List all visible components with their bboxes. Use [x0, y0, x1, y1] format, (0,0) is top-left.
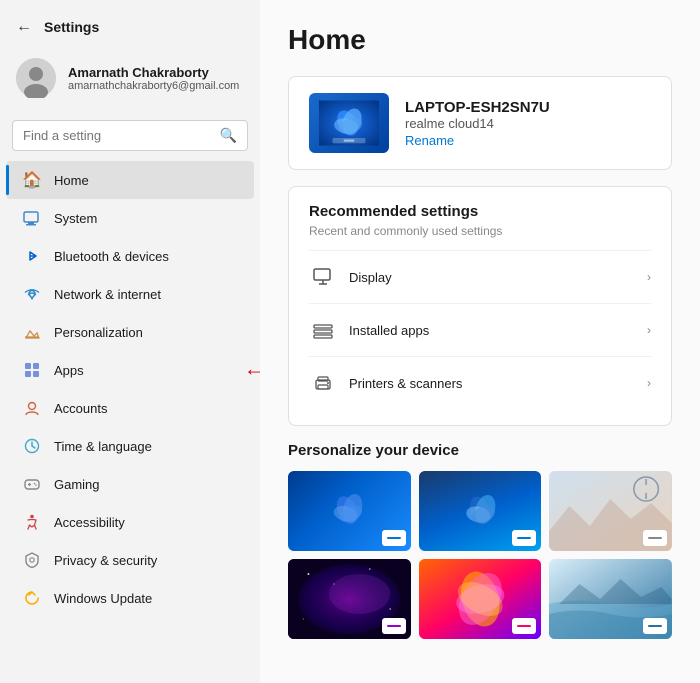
sidebar-item-label: Gaming — [54, 477, 100, 492]
sidebar-nav: 🏠 Home System Bluetooth & devices — [0, 161, 260, 617]
device-type: realme cloud14 — [405, 116, 550, 131]
update-icon — [22, 588, 42, 608]
recommended-subtitle: Recent and commonly used settings — [309, 224, 651, 238]
sidebar: ← Settings Amarnath Chakraborty amarnath… — [0, 0, 260, 683]
printers-icon — [309, 369, 337, 397]
apps-icon — [22, 360, 42, 380]
sidebar-item-label: Apps — [54, 363, 84, 378]
user-info: Amarnath Chakraborty amarnathchakraborty… — [68, 65, 239, 92]
device-card: LAPTOP-ESH2SN7U realme cloud14 Rename — [288, 76, 672, 170]
arrow-annotation: ← — [244, 359, 260, 382]
sidebar-item-update[interactable]: Windows Update — [6, 579, 254, 617]
accessibility-icon — [22, 512, 42, 532]
wallpaper-grid — [288, 471, 672, 639]
wallpaper-item-1[interactable] — [288, 471, 411, 551]
sidebar-item-label: System — [54, 211, 97, 226]
gaming-icon — [22, 474, 42, 494]
personalize-section: Personalize your device — [288, 442, 672, 639]
sidebar-item-label: Bluetooth & devices — [54, 249, 169, 264]
back-button[interactable]: ← — [16, 18, 32, 36]
setting-row-display[interactable]: Display › — [309, 250, 651, 303]
user-name: Amarnath Chakraborty — [68, 65, 239, 80]
sidebar-item-privacy[interactable]: Privacy & security — [6, 541, 254, 579]
search-input[interactable] — [23, 128, 214, 143]
time-icon — [22, 436, 42, 456]
personalize-title: Personalize your device — [288, 442, 672, 459]
sidebar-item-label: Accounts — [54, 401, 107, 416]
network-icon — [22, 284, 42, 304]
sidebar-item-label: Time & language — [54, 439, 152, 454]
printers-label: Printers & scanners — [349, 376, 647, 391]
page-title: Home — [288, 24, 672, 56]
wallpaper-item-5[interactable] — [419, 559, 542, 639]
sidebar-item-label: Windows Update — [54, 591, 152, 606]
wallpaper-item-4[interactable] — [288, 559, 411, 639]
search-icon: 🔍 — [220, 127, 237, 144]
home-icon: 🏠 — [22, 170, 42, 190]
device-name: LAPTOP-ESH2SN7U — [405, 99, 550, 116]
sidebar-item-label: Accessibility — [54, 515, 125, 530]
rename-link[interactable]: Rename — [405, 133, 550, 148]
user-section[interactable]: Amarnath Chakraborty amarnathchakraborty… — [0, 48, 260, 108]
setting-row-installed-apps[interactable]: Installed apps › — [309, 303, 651, 356]
wallpaper-item-3[interactable] — [549, 471, 672, 551]
chevron-right-icon: › — [647, 323, 651, 337]
sidebar-item-system[interactable]: System — [6, 199, 254, 237]
system-icon — [22, 208, 42, 228]
recommended-settings-card: Recommended settings Recent and commonly… — [288, 186, 672, 426]
wallpaper-item-2[interactable] — [419, 471, 542, 551]
device-info: LAPTOP-ESH2SN7U realme cloud14 Rename — [405, 99, 550, 148]
installed-apps-icon — [309, 316, 337, 344]
setting-row-printers[interactable]: Printers & scanners › — [309, 356, 651, 409]
sidebar-item-accessibility[interactable]: Accessibility — [6, 503, 254, 541]
sidebar-item-accounts[interactable]: Accounts — [6, 389, 254, 427]
avatar — [16, 58, 56, 98]
sidebar-item-personalization[interactable]: Personalization — [6, 313, 254, 351]
display-label: Display — [349, 270, 647, 285]
accounts-icon — [22, 398, 42, 418]
main-content: Home — [260, 0, 700, 683]
sidebar-item-label: Personalization — [54, 325, 143, 340]
sidebar-item-home[interactable]: 🏠 Home — [6, 161, 254, 199]
sidebar-item-label: Home — [54, 173, 89, 188]
installed-apps-label: Installed apps — [349, 323, 647, 338]
sidebar-item-apps[interactable]: Apps ← — [6, 351, 254, 389]
sidebar-item-time[interactable]: Time & language — [6, 427, 254, 465]
sidebar-item-bluetooth[interactable]: Bluetooth & devices — [6, 237, 254, 275]
chevron-right-icon: › — [647, 376, 651, 390]
bluetooth-icon — [22, 246, 42, 266]
wallpaper-item-6[interactable] — [549, 559, 672, 639]
settings-title: Settings — [44, 19, 99, 35]
sidebar-item-label: Network & internet — [54, 287, 161, 302]
sidebar-item-gaming[interactable]: Gaming — [6, 465, 254, 503]
recommended-title: Recommended settings — [309, 203, 651, 220]
privacy-icon — [22, 550, 42, 570]
personalization-icon — [22, 322, 42, 342]
sidebar-item-label: Privacy & security — [54, 553, 157, 568]
chevron-right-icon: › — [647, 270, 651, 284]
search-box[interactable]: 🔍 — [12, 120, 248, 151]
sidebar-item-network[interactable]: Network & internet — [6, 275, 254, 313]
display-icon — [309, 263, 337, 291]
user-email: amarnathchakraborty6@gmail.com — [68, 80, 239, 92]
device-thumbnail — [309, 93, 389, 153]
sidebar-header: ← Settings — [0, 10, 260, 48]
